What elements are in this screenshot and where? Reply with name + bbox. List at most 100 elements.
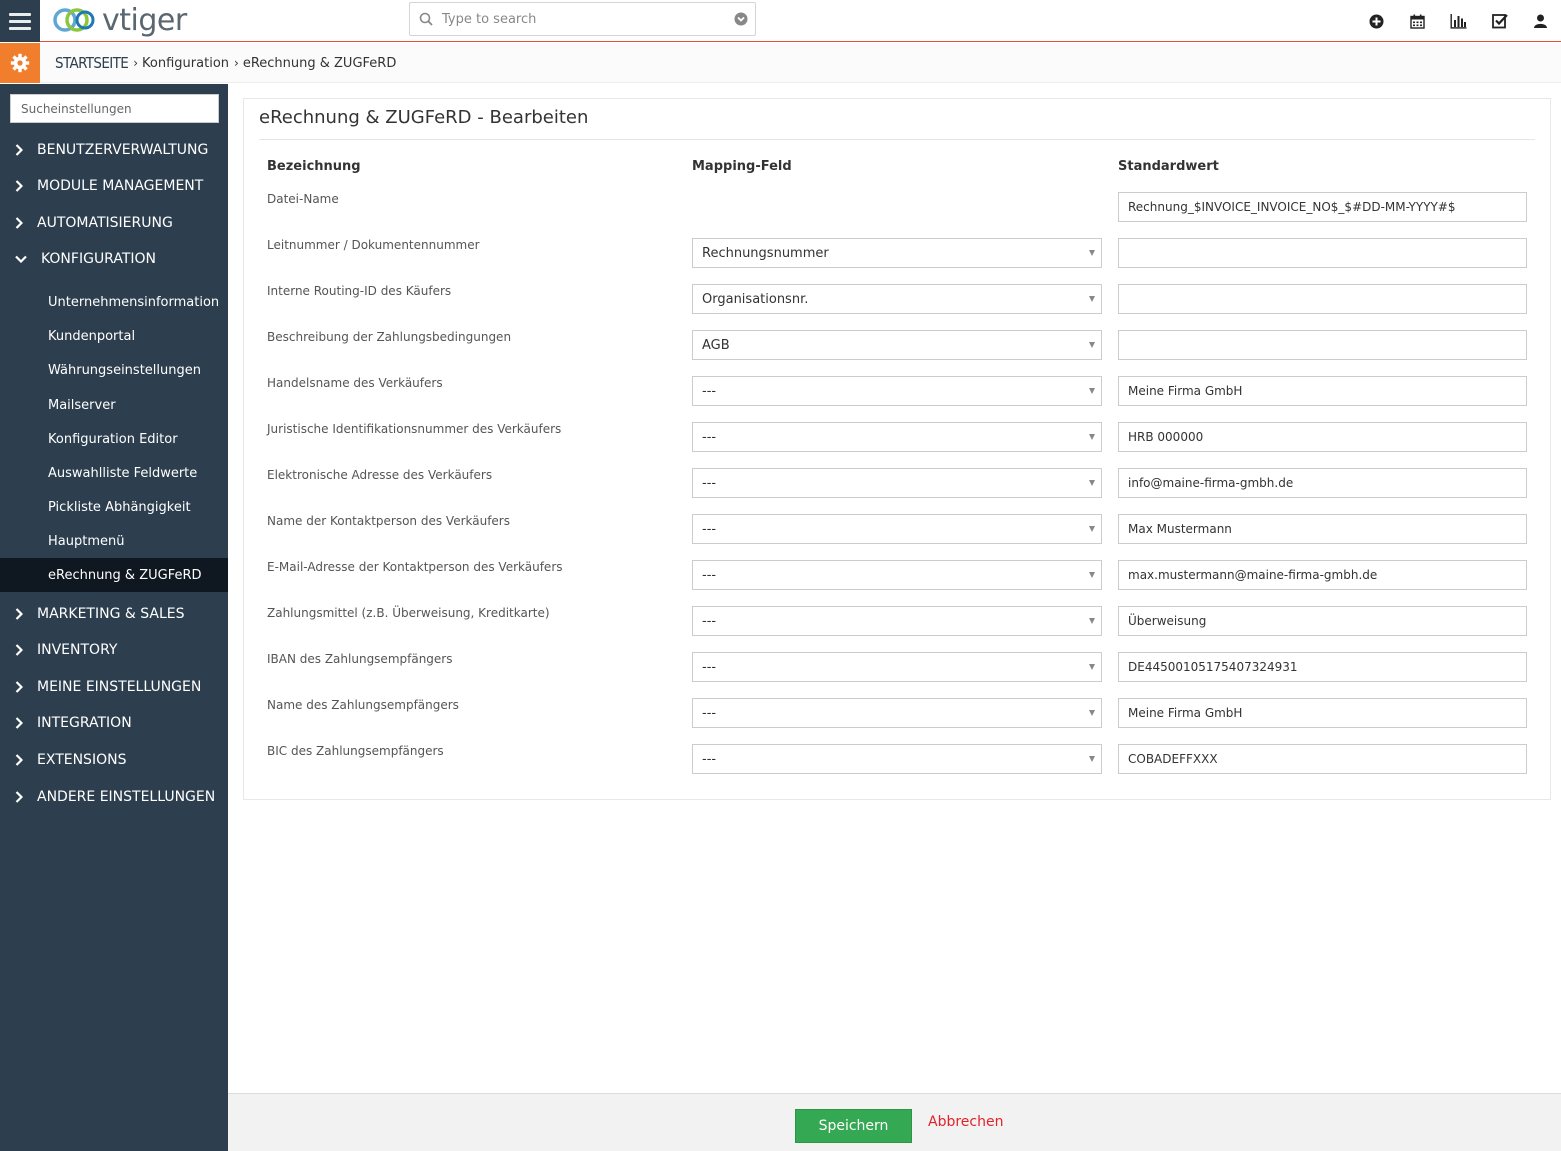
field-label: Datei-Name bbox=[267, 192, 339, 206]
mapping-select[interactable]: Organisationsnr. bbox=[692, 284, 1102, 314]
field-label: Juristische Identifikationsnummer des Ve… bbox=[267, 422, 562, 436]
field-label: Beschreibung der Zahlungsbedingungen bbox=[267, 330, 512, 344]
caret-down-icon bbox=[1089, 526, 1095, 532]
task-checkbox-icon[interactable] bbox=[1479, 0, 1520, 42]
default-value-input[interactable] bbox=[1118, 284, 1527, 314]
caret-down-icon bbox=[1089, 710, 1095, 716]
sidebar-section-label: BENUTZERVERWALTUNG bbox=[37, 142, 209, 158]
sidebar-item-konfiguration-editor[interactable]: Konfiguration Editor bbox=[0, 422, 228, 456]
mapping-select-value: --- bbox=[702, 521, 717, 537]
mapping-select[interactable]: --- bbox=[692, 744, 1102, 774]
mapping-select[interactable]: AGB bbox=[692, 330, 1102, 360]
sidebar-item-erechnung-zugferd[interactable]: eRechnung & ZUGFeRD bbox=[0, 558, 228, 592]
field-label: Name des Zahlungsempfängers bbox=[267, 698, 459, 712]
title-divider bbox=[259, 139, 1535, 140]
chevron-right-icon bbox=[0, 681, 37, 693]
mapping-select-value: --- bbox=[702, 613, 717, 629]
sidebar-section-label: MODULE MANAGEMENT bbox=[37, 178, 204, 194]
mapping-select[interactable]: --- bbox=[692, 560, 1102, 590]
bar-chart-icon[interactable] bbox=[1438, 0, 1479, 42]
sidebar-section-label: INVENTORY bbox=[37, 642, 118, 658]
sidebar-section-label: MARKETING & SALES bbox=[37, 606, 185, 622]
save-button[interactable]: Speichern bbox=[795, 1109, 912, 1143]
sidebar-item-pickliste-abhaengigkeit[interactable]: Pickliste Abhängigkeit bbox=[0, 490, 228, 524]
sidebar-section-marketing-sales[interactable]: MARKETING & SALES bbox=[0, 596, 228, 632]
default-value-input[interactable] bbox=[1118, 330, 1527, 360]
sidebar-section-inventory[interactable]: INVENTORY bbox=[0, 632, 228, 668]
sidebar-item-auswahlliste-feldwerte[interactable]: Auswahlliste Feldwerte bbox=[0, 456, 228, 490]
mapping-select[interactable]: --- bbox=[692, 376, 1102, 406]
sidebar-item-hauptmenue[interactable]: Hauptmenü bbox=[0, 524, 228, 558]
sidebar-section-automatisierung[interactable]: AUTOMATISIERUNG bbox=[0, 205, 228, 241]
default-value-input[interactable]: Max Mustermann bbox=[1118, 514, 1527, 544]
column-header-bezeichnung: Bezeichnung bbox=[267, 159, 361, 174]
mapping-select[interactable]: --- bbox=[692, 698, 1102, 728]
mapping-select-value: --- bbox=[702, 751, 717, 767]
settings-gear-button[interactable] bbox=[0, 43, 40, 83]
mapping-select[interactable]: --- bbox=[692, 468, 1102, 498]
default-value-input[interactable]: max.mustermann@maine-firma-gmbh.de bbox=[1118, 560, 1527, 590]
sidebar-section-label: MEINE EINSTELLUNGEN bbox=[37, 679, 202, 695]
sidebar-item-unternehmensinformation[interactable]: Unternehmensinformation bbox=[0, 285, 228, 319]
field-label: Zahlungsmittel (z.B. Überweisung, Kredit… bbox=[267, 606, 550, 620]
global-search[interactable] bbox=[409, 2, 756, 36]
chevron-right-icon bbox=[0, 217, 37, 229]
column-header-default: Standardwert bbox=[1118, 159, 1219, 174]
sidebar-section-meine-einstellungen[interactable]: MEINE EINSTELLUNGEN bbox=[0, 669, 228, 705]
caret-down-icon bbox=[1089, 756, 1095, 762]
default-value-input[interactable]: Meine Firma GmbH bbox=[1118, 376, 1527, 406]
default-value-input[interactable]: Meine Firma GmbH bbox=[1118, 698, 1527, 728]
mapping-select[interactable]: --- bbox=[692, 422, 1102, 452]
user-icon[interactable] bbox=[1520, 0, 1561, 42]
plus-circle-icon[interactable] bbox=[1356, 0, 1397, 42]
breadcrumb-chevron-icon: › bbox=[234, 56, 239, 70]
chevron-right-icon bbox=[0, 717, 37, 729]
default-value-input[interactable]: HRB 000000 bbox=[1118, 422, 1527, 452]
chevron-down-icon bbox=[0, 255, 41, 263]
sidebar-section-andere-einstellungen[interactable]: ANDERE EINSTELLUNGEN bbox=[0, 779, 228, 815]
default-value-input[interactable]: Rechnung_$INVOICE_INVOICE_NO$_$#DD-MM-YY… bbox=[1118, 192, 1527, 222]
app-logo[interactable]: vtiger bbox=[52, 2, 187, 38]
breadcrumb-bar: STARTSEITE › Konfiguration › eRechnung &… bbox=[0, 43, 1561, 83]
search-options-chevron-icon[interactable] bbox=[727, 12, 755, 26]
sidebar-section-label: KONFIGURATION bbox=[41, 251, 157, 267]
sidebar-item-mailserver[interactable]: Mailserver bbox=[0, 388, 228, 422]
hamburger-line bbox=[9, 12, 31, 16]
vtiger-logo-icon bbox=[53, 8, 95, 32]
mapping-select[interactable]: Rechnungsnummer bbox=[692, 238, 1102, 268]
caret-down-icon bbox=[1089, 434, 1095, 440]
default-value-input[interactable]: Überweisung bbox=[1118, 606, 1527, 636]
settings-search-input[interactable] bbox=[11, 95, 218, 122]
breadcrumb-konfiguration[interactable]: Konfiguration bbox=[142, 56, 229, 71]
calendar-icon[interactable] bbox=[1397, 0, 1438, 42]
sidebar-section-label: AUTOMATISIERUNG bbox=[37, 215, 173, 231]
cancel-link[interactable]: Abbrechen bbox=[928, 1114, 1003, 1130]
sidebar-section-integration[interactable]: INTEGRATION bbox=[0, 705, 228, 741]
default-value-input[interactable] bbox=[1118, 238, 1527, 268]
settings-search[interactable] bbox=[10, 94, 219, 123]
mapping-select[interactable]: --- bbox=[692, 652, 1102, 682]
caret-down-icon bbox=[1089, 480, 1095, 486]
hamburger-line bbox=[9, 26, 31, 30]
sidebar-section-extensions[interactable]: EXTENSIONS bbox=[0, 742, 228, 778]
default-value-input[interactable]: COBADEFFXXX bbox=[1118, 744, 1527, 774]
sidebar-item-waehrungseinstellungen[interactable]: Währungseinstellungen bbox=[0, 353, 228, 387]
caret-down-icon bbox=[1089, 250, 1095, 256]
field-label: Leitnummer / Dokumentennummer bbox=[267, 238, 480, 252]
sidebar-section-label: EXTENSIONS bbox=[37, 752, 127, 768]
sidebar-section-konfiguration[interactable]: KONFIGURATION bbox=[0, 241, 228, 277]
sidebar-section-benutzerverwaltung[interactable]: BENUTZERVERWALTUNG bbox=[0, 132, 228, 168]
default-value-input[interactable]: info@maine-firma-gmbh.de bbox=[1118, 468, 1527, 498]
menu-toggle-button[interactable] bbox=[0, 0, 40, 42]
default-value-input[interactable]: DE44500105175407324931 bbox=[1118, 652, 1527, 682]
breadcrumb-home[interactable]: STARTSEITE bbox=[55, 54, 129, 72]
caret-down-icon bbox=[1089, 342, 1095, 348]
mapping-select[interactable]: --- bbox=[692, 606, 1102, 636]
mapping-select[interactable]: --- bbox=[692, 514, 1102, 544]
sidebar-item-kundenportal[interactable]: Kundenportal bbox=[0, 319, 228, 353]
mapping-select-value: --- bbox=[702, 383, 717, 399]
search-input[interactable] bbox=[442, 11, 727, 27]
caret-down-icon bbox=[1089, 388, 1095, 394]
sidebar-section-module-management[interactable]: MODULE MANAGEMENT bbox=[0, 168, 228, 204]
field-label: Name der Kontaktperson des Verkäufers bbox=[267, 514, 510, 528]
